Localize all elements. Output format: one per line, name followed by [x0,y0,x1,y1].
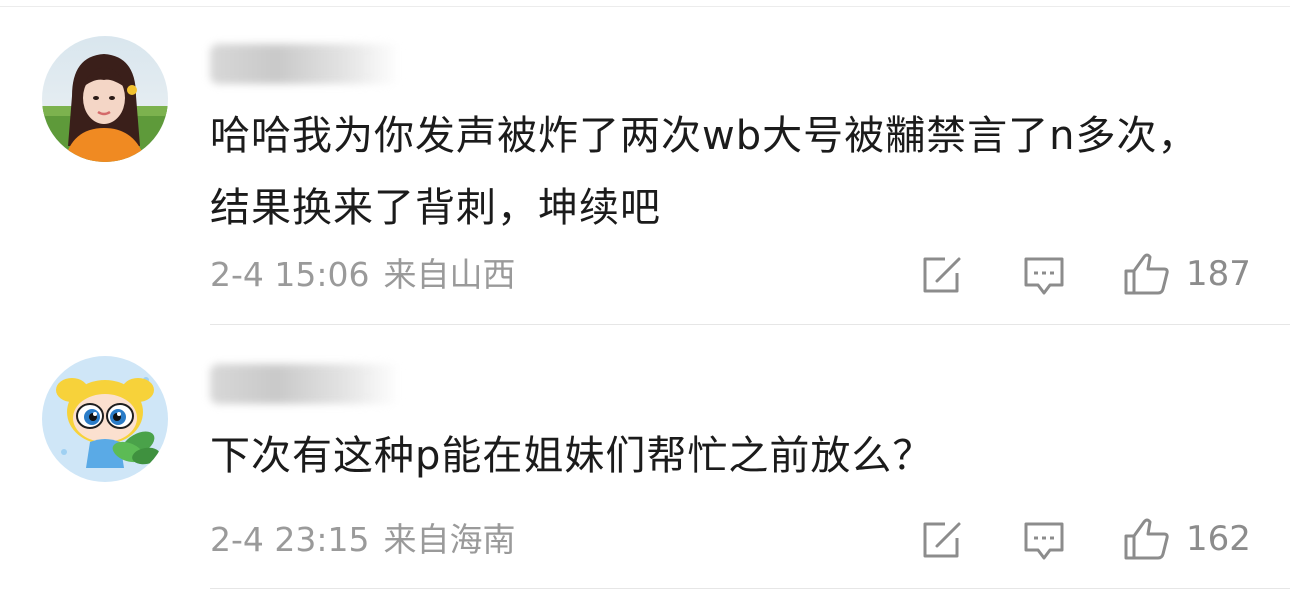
like-button[interactable]: 187 [1122,251,1251,297]
comment-location: 来自海南 [383,520,516,559]
share-button[interactable] [921,255,963,295]
comment-location: 来自山西 [383,255,516,294]
share-button[interactable] [921,520,963,560]
share-icon [923,257,961,293]
share-icon [923,522,961,558]
thumbs-up-icon [1124,253,1169,295]
comment-icon [1024,522,1064,560]
comment-meta: 2-4 23:15 来自海南 [210,520,516,560]
reply-button[interactable] [1022,255,1066,297]
comment-time: 2-4 23:15 [210,520,370,559]
like-count: 162 [1186,519,1251,559]
comment-divider [210,324,1290,325]
top-divider [0,6,1290,7]
comment-divider [210,588,1290,589]
avatar[interactable] [42,356,168,482]
comment-meta: 2-4 15:06 来自山西 [210,255,516,295]
comment-icon [1024,257,1064,295]
avatar[interactable] [42,36,168,162]
username[interactable] [210,44,400,84]
comment-time: 2-4 15:06 [210,255,370,294]
comment-text: 下次有这种p能在姐妹们帮忙之前放么？ [210,433,934,479]
like-button[interactable]: 162 [1122,516,1251,562]
comment-text: 哈哈我为你发声被炸了两次wb大号被黼禁言了n多次，结果换来了背刺，坤续吧 [210,113,1199,231]
like-count: 187 [1186,254,1251,294]
username[interactable] [210,364,400,404]
reply-button[interactable] [1022,520,1066,562]
thumbs-up-icon [1124,518,1169,560]
